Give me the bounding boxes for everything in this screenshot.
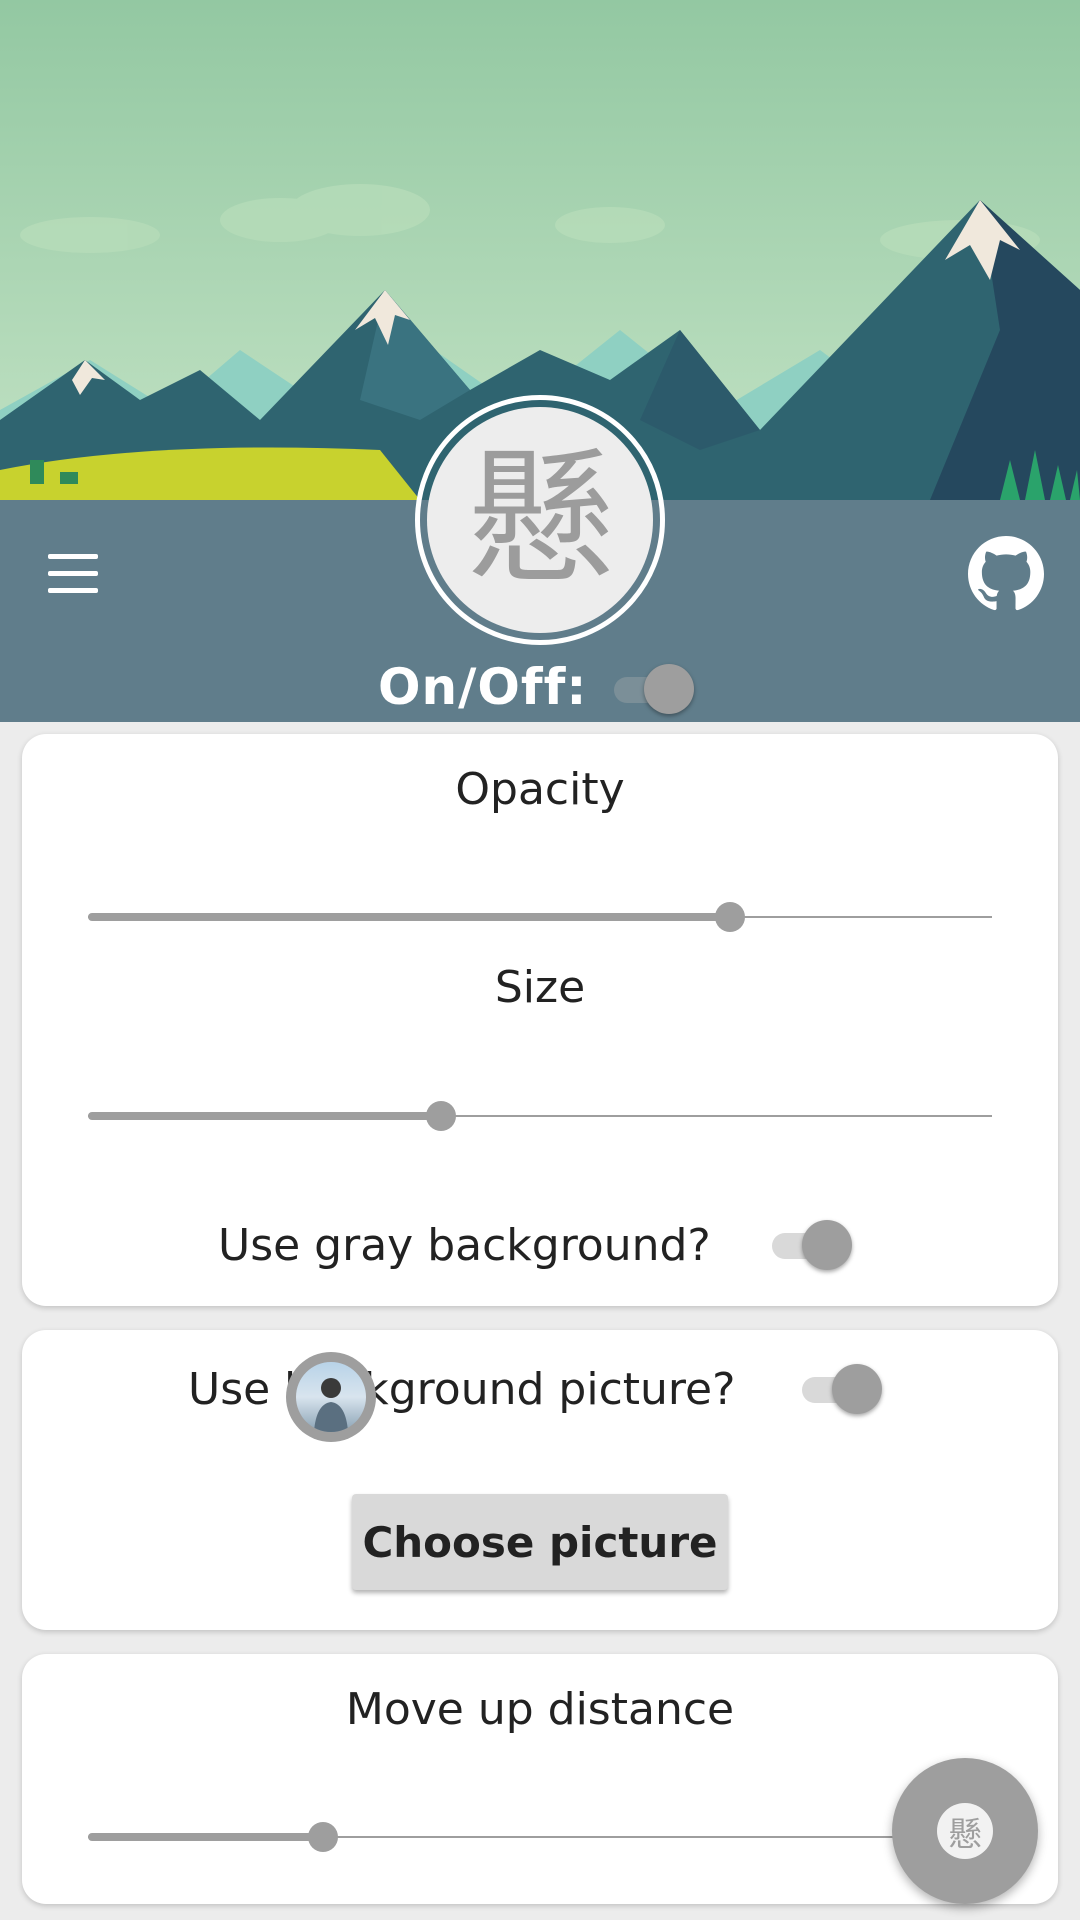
app-logo: 懸 [415,395,665,645]
fab-glyph: 懸 [937,1803,993,1859]
onoff-switch[interactable] [606,664,694,714]
gray-background-switch[interactable] [764,1220,852,1270]
gray-background-label: Use gray background? [218,1220,711,1271]
background-picture-switch-thumb [832,1364,882,1414]
opacity-slider[interactable] [88,897,992,937]
avatar-person-icon [314,1378,348,1432]
background-picture-switch[interactable] [794,1364,882,1414]
floating-action-button[interactable]: 懸 [892,1758,1038,1904]
opacity-slider-knob[interactable] [715,902,745,932]
app-logo-glyph: 懸 [427,407,653,633]
size-slider-fill [88,1112,441,1120]
gray-background-switch-thumb [802,1220,852,1270]
move-distance-slider[interactable] [88,1817,992,1857]
size-slider-knob[interactable] [426,1101,456,1131]
background-picture-card: Use background picture? Choose picture [22,1330,1058,1630]
header: 懸 On/Off: [0,0,1080,722]
size-title: Size [494,962,586,1013]
hamburger-menu-icon[interactable] [38,540,108,606]
onoff-label: On/Off: [378,658,588,716]
move-distance-slider-fill [88,1833,323,1841]
github-icon[interactable] [968,536,1044,612]
onoff-switch-thumb [644,664,694,714]
background-picture-label: Use background picture? [188,1364,736,1415]
move-distance-title: Move up distance [345,1684,735,1735]
display-settings-card: Opacity Size Use gray background? [22,734,1058,1306]
floating-avatar-bubble[interactable] [286,1352,376,1442]
choose-picture-button[interactable]: Choose picture [352,1494,728,1590]
opacity-title: Opacity [455,764,625,815]
move-distance-slider-knob[interactable] [308,1822,338,1852]
avatar-image [296,1362,366,1432]
size-slider[interactable] [88,1096,992,1136]
opacity-slider-fill [88,913,730,921]
